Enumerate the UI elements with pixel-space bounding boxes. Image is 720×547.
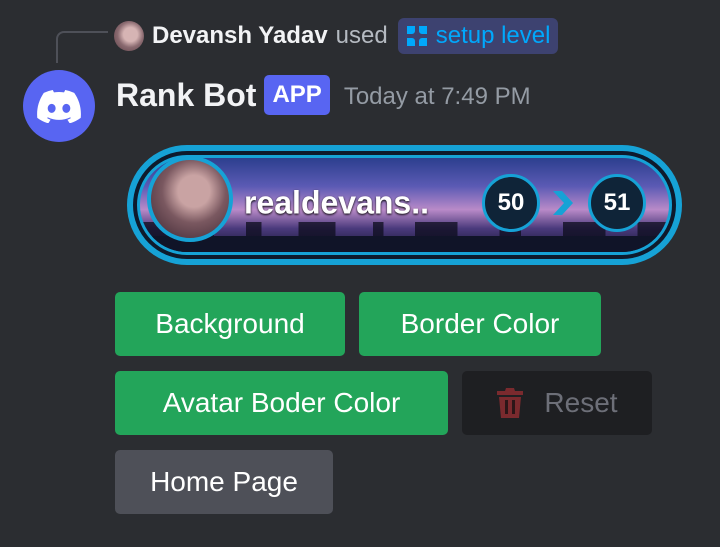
rank-card-image[interactable]: realdevans.. 50 51 [127,145,682,265]
home-page-button[interactable]: Home Page [115,450,333,514]
app-command-icon [404,23,430,49]
avatar-border-color-button[interactable]: Avatar Boder Color [115,371,448,435]
reply-used-text: used [335,22,388,49]
border-color-button[interactable]: Border Color [359,292,601,356]
level-to-badge: 51 [588,174,646,232]
skyline-ground [140,236,669,252]
message-header: Rank Bot APP Today at 7:49 PM [116,75,531,115]
background-button[interactable]: Background [115,292,345,356]
reply-spine [56,31,108,63]
command-name: setup level [435,22,551,49]
rank-card-avatar [147,156,233,242]
message-timestamp[interactable]: Today at 7:49 PM [344,83,531,111]
reset-label: Reset [544,387,618,418]
bot-name[interactable]: Rank Bot [116,77,256,114]
reply-username[interactable]: Devansh Yadav [152,22,328,50]
reply-context: Devansh Yadav used setup level [114,18,559,54]
reply-user-avatar[interactable] [114,21,144,51]
reset-button[interactable]: Reset [462,371,652,435]
discord-logo-icon [37,89,81,123]
trash-icon [497,388,524,418]
rank-card-username: realdevans.. [244,184,429,221]
command-mention[interactable]: setup level [397,18,559,54]
app-tag: APP [264,75,330,115]
chevron-right-icon [553,191,573,215]
bot-avatar[interactable] [23,70,95,142]
level-from-badge: 50 [482,174,540,232]
